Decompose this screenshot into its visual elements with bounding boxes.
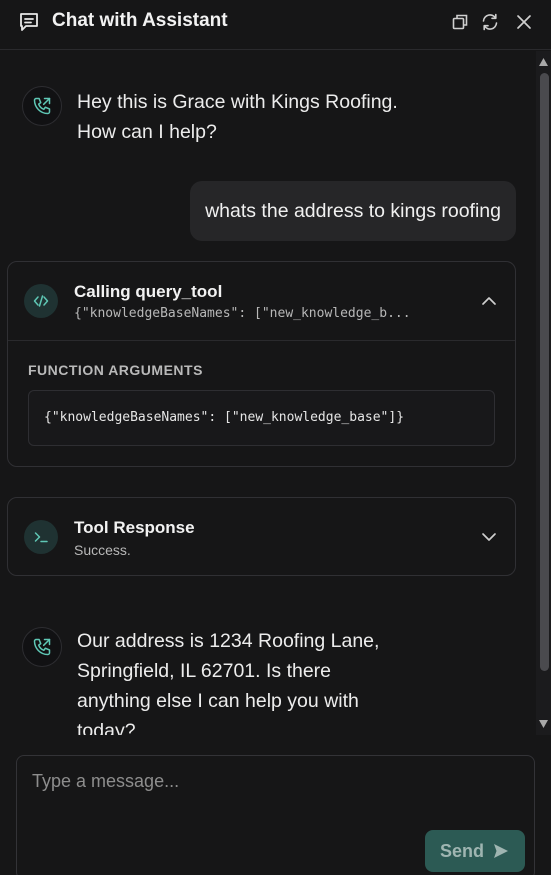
chat-icon [20,13,38,31]
close-icon[interactable] [514,12,534,32]
tool-response-card[interactable]: Tool Response Success. [7,497,516,576]
message-line: Springfield, IL 62701. Is there [77,660,332,682]
message-input[interactable] [32,766,512,796]
phone-forward-icon [33,638,51,656]
assistant-avatar [22,627,62,667]
tool-call-title: Calling query_tool [74,282,223,301]
card-divider [8,340,515,341]
chat-header: Chat with Assistant [0,0,551,50]
terminal-icon [34,532,48,543]
tool-response-title: Tool Response [74,518,195,537]
function-arguments-label: FUNCTION ARGUMENTS [28,362,203,378]
phone-forward-icon [33,97,51,115]
message-composer: Send [16,755,535,875]
chevron-up-icon[interactable] [480,292,498,310]
scroll-thumb[interactable] [540,73,549,671]
message-list[interactable]: Hey this is Grace with Kings Roofing. Ho… [0,51,536,735]
send-icon [494,844,508,858]
tool-call-card: Calling query_tool {"knowledgeBaseNames"… [7,261,516,467]
user-message: whats the address to kings roofing [190,181,516,241]
chevron-down-icon[interactable] [480,528,498,546]
message-line: today? [77,720,136,735]
assistant-message: Hey this is Grace with Kings Roofing. Ho… [77,87,497,147]
send-button[interactable]: Send [425,830,525,872]
code-icon [33,295,49,307]
function-arguments-code: {"knowledgeBaseNames": ["new_knowledge_b… [28,390,495,446]
tool-call-preview: {"knowledgeBaseNames": ["new_knowledge_b… [74,306,411,321]
chat-title: Chat with Assistant [52,10,228,31]
message-line: Our address is 1234 Roofing Lane, [77,630,380,652]
message-line: Hey this is Grace with Kings Roofing. [77,91,398,113]
message-line: How can I help? [77,121,217,143]
restore-icon[interactable] [450,12,470,32]
tool-response-status: Success. [74,542,131,558]
tool-response-badge [24,520,58,554]
assistant-message: Our address is 1234 Roofing Lane, Spring… [77,626,497,735]
scroll-down-arrow-icon[interactable] [538,719,549,729]
send-button-label: Send [440,840,485,861]
message-line: anything else I can help you with [77,690,359,712]
assistant-avatar [22,86,62,126]
message-scrollbar[interactable] [536,51,551,735]
scroll-up-arrow-icon[interactable] [538,57,549,67]
tool-call-badge [24,284,58,318]
refresh-icon[interactable] [480,12,500,32]
